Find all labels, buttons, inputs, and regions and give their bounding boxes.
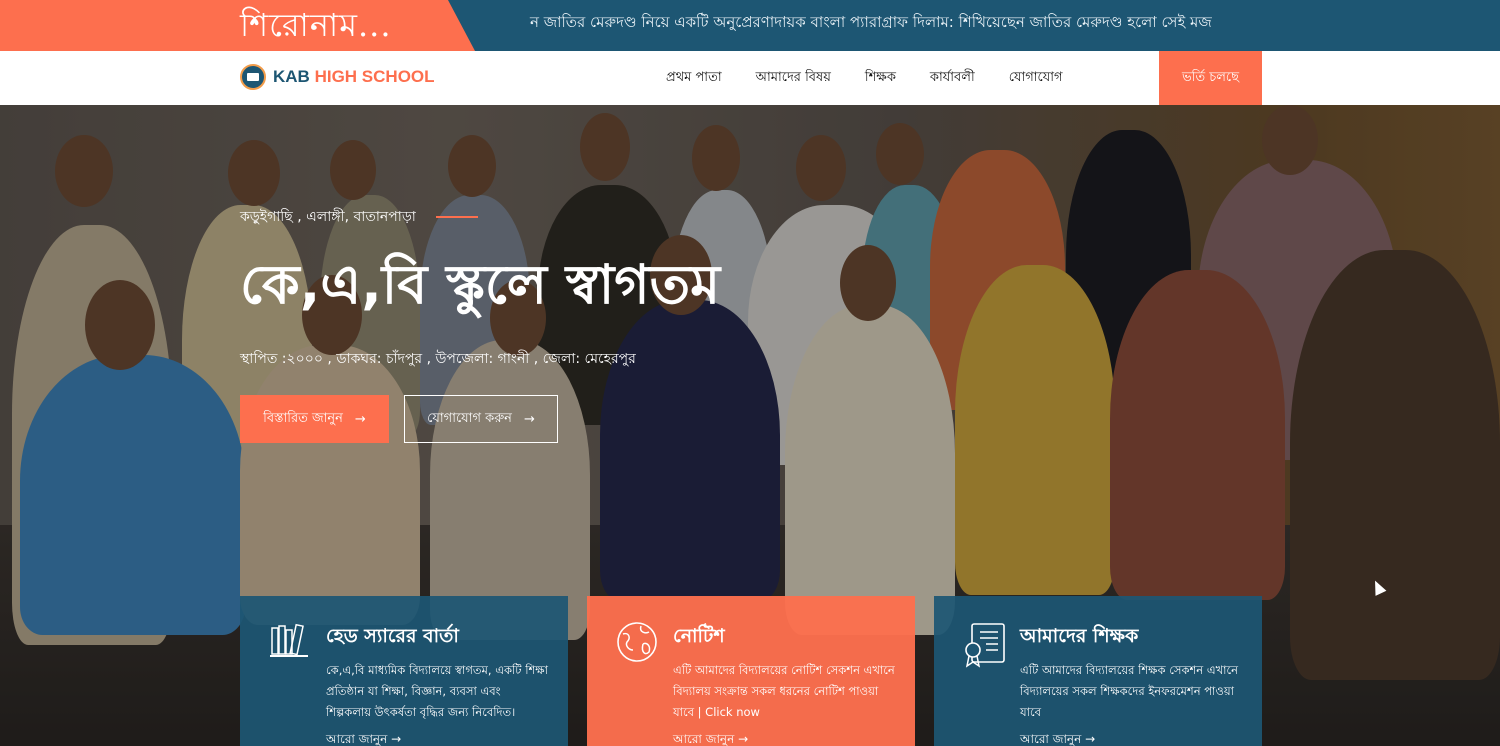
location-divider [435,216,478,218]
arrow-right-icon: → [523,411,535,427]
site-logo[interactable]: KAB HIGH SCHOOL [240,64,435,90]
nav-contact[interactable]: যোগাযোগ [1009,68,1063,89]
news-ticker: শিরোনাম... ন জাতির মেরুদণ্ড নিয়ে একটি অ… [0,0,1500,51]
nav-home[interactable]: প্রথম পাতা [666,68,722,89]
hero-subtitle: স্থাপিত :২০০০ , ডাকঘর: চাঁদপুর , উপজেলা:… [240,351,636,367]
card-text: এটি আমাদের বিদ্যালয়ের নোটিশ সেকশন এখানে… [673,663,895,719]
learn-more-label: বিস্তারিত জানুন [263,410,343,426]
card-title: নোটিশ [673,625,725,647]
card-more-link[interactable]: আরো জানুন → [1020,731,1242,746]
feature-cards: হেড স্যারের বার্তা কে,এ,বি মাধ্যমিক বিদ্… [240,596,1262,746]
certificate-icon [962,620,1005,668]
card-text: কে,এ,বি মাধ্যমিক বিদ্যালয়ে স্বাগতম, একট… [326,663,548,719]
nav-activities[interactable]: কার্যাবলী [930,68,975,89]
logo-school: HIGH SCHOOL [314,67,435,86]
card-more-link[interactable]: আরো জানুন → [326,731,548,746]
logo-text: KAB HIGH SCHOOL [273,67,435,87]
books-icon [268,620,310,662]
navbar: KAB HIGH SCHOOL প্রথম পাতা আমাদের বিষয় … [0,51,1500,105]
hero-buttons: বিস্তারিত জানুন → যোগাযোগ করুন → [240,395,720,443]
nav-menu: প্রথম পাতা আমাদের বিষয় শিক্ষক কার্যাবলী… [666,51,1063,105]
globe-icon [615,620,657,662]
card-more-link[interactable]: আরো জানুন → [673,731,895,746]
school-crest-icon [240,64,266,90]
hero-content: কড়ুইগাছি , এলাঙ্গী, বাতানপাড়া কে,এ,বি … [240,205,720,443]
arrow-right-icon: → [354,411,366,427]
ticker-text[interactable]: ন জাতির মেরুদণ্ড নিয়ে একটি অনুপ্রেরণাদা… [530,0,1212,51]
card-head-message[interactable]: হেড স্যারের বার্তা কে,এ,বি মাধ্যমিক বিদ্… [240,596,568,746]
hero-location: কড়ুইগাছি , এলাঙ্গী, বাতানপাড়া [240,205,720,229]
contact-button[interactable]: যোগাযোগ করুন → [404,395,558,443]
learn-more-button[interactable]: বিস্তারিত জানুন → [240,395,389,443]
card-text: এটি আমাদের বিদ্যালয়ের শিক্ষক সেকশন এখান… [1020,663,1238,719]
contact-label: যোগাযোগ করুন [427,410,512,426]
hero-location-text: কড়ুইগাছি , এলাঙ্গী, বাতানপাড়া [240,209,416,225]
hero-title: কে,এ,বি স্কুলে স্বাগতম [240,253,721,316]
card-title: আমাদের শিক্ষক [1020,625,1139,647]
logo-kab: KAB [273,67,310,86]
card-title: হেড স্যারের বার্তা [326,625,459,647]
card-notice[interactable]: নোটিশ এটি আমাদের বিদ্যালয়ের নোটিশ সেকশন… [587,596,915,746]
card-teachers[interactable]: আমাদের শিক্ষক এটি আমাদের বিদ্যালয়ের শিক… [934,596,1262,746]
ticker-label: শিরোনাম... [0,0,475,51]
nav-subjects[interactable]: আমাদের বিষয় [756,68,831,89]
admission-button[interactable]: ভর্তি চলছে [1159,51,1262,105]
nav-teachers[interactable]: শিক্ষক [865,68,896,89]
